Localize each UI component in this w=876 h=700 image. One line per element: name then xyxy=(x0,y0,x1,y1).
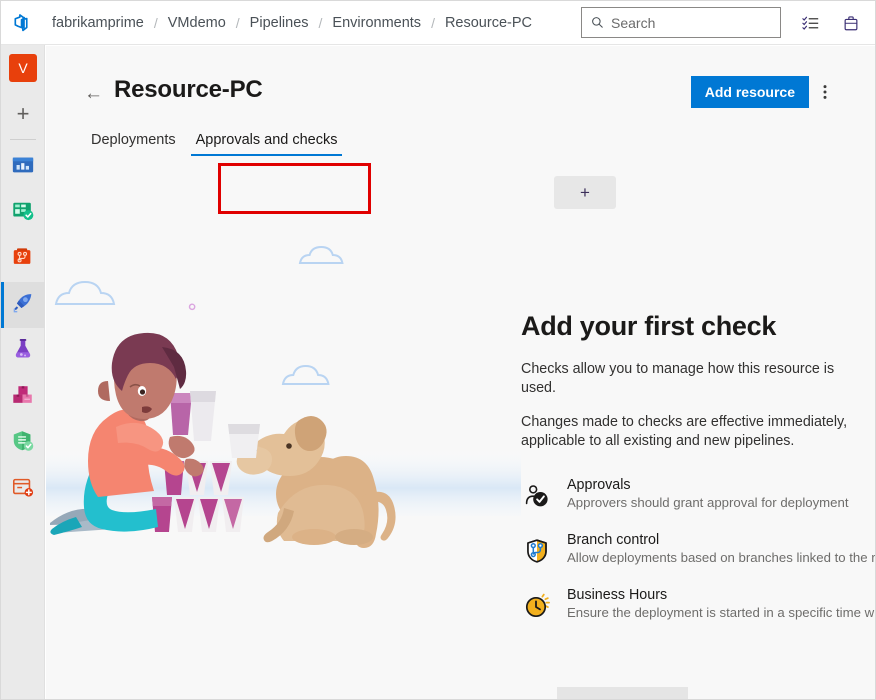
sidebar-item-artifacts[interactable] xyxy=(1,374,45,420)
empty-state-panel: Add your first check Checks allow you to… xyxy=(521,311,875,642)
approvals-person-check-icon xyxy=(521,477,553,509)
add-extension-icon xyxy=(11,475,35,504)
panel-paragraph-2: Changes made to checks are effective imm… xyxy=(521,414,848,449)
sidebar-item-repos[interactable] xyxy=(1,236,45,282)
back-arrow-icon[interactable]: ← xyxy=(84,84,103,103)
page-header: ← Resource-PC Add resource xyxy=(46,46,875,108)
left-navigation-rail: V + xyxy=(1,45,45,699)
tab-approvals-and-checks-label: Approvals and checks xyxy=(195,132,338,148)
sidebar-item-add-extension[interactable] xyxy=(1,466,45,512)
checklist-icon[interactable] xyxy=(797,9,825,37)
check-type-list: Approvals Approvers should grant approva… xyxy=(521,477,875,620)
tab-deployments[interactable]: Deployments xyxy=(81,124,186,164)
breadcrumb-separator: / xyxy=(153,14,158,31)
check-title: Business Hours xyxy=(567,587,668,603)
empty-state-illustration xyxy=(46,241,521,571)
search-icon xyxy=(591,16,604,29)
check-description: Ensure the deployment is started in a sp… xyxy=(567,605,875,620)
sidebar-item-new[interactable]: + xyxy=(1,91,45,137)
kebab-more-icon[interactable] xyxy=(811,78,839,106)
main-content: ← Resource-PC Add resource Deployments A… xyxy=(46,46,875,699)
branch-control-shield-icon xyxy=(521,532,553,564)
avatar: V xyxy=(9,54,37,82)
list-item-branch-control[interactable]: Branch control Allow deployments based o… xyxy=(521,532,875,565)
list-item-business-hours[interactable]: Business Hours Ensure the deployment is … xyxy=(521,587,875,620)
tab-approvals-and-checks[interactable]: Approvals and checks xyxy=(186,124,348,164)
sidebar-item-boards[interactable] xyxy=(1,190,45,236)
azure-devops-logo-icon[interactable] xyxy=(1,1,45,44)
test-plans-flask-icon xyxy=(11,337,35,366)
app-window: fabrikamprime / VMdemo / Pipelines / Env… xyxy=(0,0,876,700)
breadcrumb-separator: / xyxy=(235,14,240,31)
add-resource-button[interactable]: Add resource xyxy=(690,76,809,108)
panel-heading: Add your first check xyxy=(521,311,777,341)
check-text-branch-control: Branch control Allow deployments based o… xyxy=(553,532,875,565)
overview-icon xyxy=(11,153,35,182)
security-shield-icon xyxy=(11,429,35,458)
breadcrumb-separator: / xyxy=(318,14,323,31)
briefcase-icon[interactable] xyxy=(837,9,865,37)
business-hours-clock-icon xyxy=(521,587,553,619)
tab-strip: Deployments Approvals and checks xyxy=(81,124,347,164)
breadcrumb-item-project[interactable]: VMdemo xyxy=(167,15,227,31)
check-title: Approvals xyxy=(567,477,631,493)
check-text-approvals: Approvals Approvers should grant approva… xyxy=(553,477,849,510)
artifacts-boxes-icon xyxy=(11,383,35,412)
boards-icon xyxy=(11,199,35,228)
page-title: Resource-PC xyxy=(114,76,263,103)
add-check-plus-card[interactable]: + xyxy=(554,176,616,209)
search-input[interactable] xyxy=(611,14,761,31)
top-navigation-bar: fabrikamprime / VMdemo / Pipelines / Env… xyxy=(1,1,875,45)
check-title: Branch control xyxy=(567,532,660,548)
breadcrumb-item-org[interactable]: fabrikamprime xyxy=(51,15,145,31)
check-description: Allow deployments based on branches link… xyxy=(567,550,875,565)
topbar-actions xyxy=(797,1,865,44)
rail-divider xyxy=(9,139,36,140)
view-all-checks-button[interactable]: View all checks xyxy=(557,687,689,699)
panel-paragraph-1: Checks allow you to manage how this reso… xyxy=(521,361,835,396)
tab-deployments-label: Deployments xyxy=(91,132,176,148)
check-text-business-hours: Business Hours Ensure the deployment is … xyxy=(553,587,875,620)
breadcrumb-item-pipelines[interactable]: Pipelines xyxy=(249,15,310,31)
tab-selected-underline xyxy=(190,154,343,156)
check-description: Approvers should grant approval for depl… xyxy=(567,495,849,510)
global-search-box[interactable] xyxy=(581,7,781,38)
sidebar-item-test-plans[interactable] xyxy=(1,328,45,374)
sidebar-item-avatar[interactable]: V xyxy=(1,45,45,91)
breadcrumb-item-resource[interactable]: Resource-PC xyxy=(444,15,533,31)
plus-icon: + xyxy=(580,183,590,202)
list-item-approvals[interactable]: Approvals Approvers should grant approva… xyxy=(521,477,875,510)
plus-icon: + xyxy=(16,101,30,126)
sidebar-item-security[interactable] xyxy=(1,420,45,466)
sidebar-item-overview[interactable] xyxy=(1,144,45,190)
sidebar-item-pipelines[interactable] xyxy=(1,282,45,328)
breadcrumb-separator: / xyxy=(431,14,435,31)
repos-icon xyxy=(11,245,35,274)
pipelines-rocket-icon xyxy=(11,291,35,320)
breadcrumb-item-environments[interactable]: Environments xyxy=(331,15,422,31)
annotation-highlight-box xyxy=(218,163,371,214)
breadcrumb: fabrikamprime / VMdemo / Pipelines / Env… xyxy=(51,1,533,44)
